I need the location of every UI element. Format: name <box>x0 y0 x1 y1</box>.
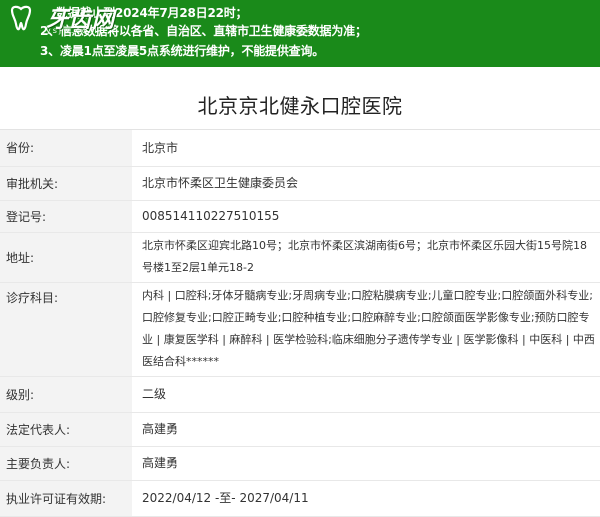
logo-domain-text: ysjw.com <box>46 26 99 35</box>
info-row-departments: 诊疗科目: 内科 | 口腔科;牙体牙髓病专业;牙周病专业;口腔粘膜病专业;儿童口… <box>0 282 600 377</box>
hospital-info-table: 省份: 北京市 审批机关: 北京市怀柔区卫生健康委员会 登记号: 0085141… <box>0 130 600 517</box>
field-label: 登记号: <box>0 200 132 233</box>
info-row-level: 级别: 二级 <box>0 376 600 413</box>
tooth-icon <box>10 5 32 31</box>
field-value: 二级 <box>132 376 600 413</box>
info-row-principal: 主要负责人: 高建勇 <box>0 446 600 481</box>
field-value: 高建勇 <box>132 412 600 447</box>
field-label: 省份: <box>0 130 132 167</box>
field-label: 主要负责人: <box>0 446 132 481</box>
field-value: 内科 | 口腔科;牙体牙髓病专业;牙周病专业;口腔粘膜病专业;儿童口腔专业;口腔… <box>132 282 600 377</box>
field-label: 地址: <box>0 232 132 283</box>
site-logo[interactable]: 牙齿网 ysjw.com <box>2 2 136 36</box>
field-value: 北京市怀柔区卫生健康委员会 <box>132 166 600 201</box>
hospital-name: 北京京北健永口腔医院 <box>197 94 403 118</box>
notice-line-3: 3、凌晨1点至凌晨5点系统进行维护，不能提供查询。 <box>40 44 325 58</box>
field-value: 2022/04/12 -至- 2027/04/11 <box>132 480 600 517</box>
info-row-license-validity: 执业许可证有效期: 2022/04/12 -至- 2027/04/11 <box>0 480 600 517</box>
field-value: 北京市怀柔区迎宾北路10号；北京市怀柔区滨湖南街6号；北京市怀柔区乐园大街15号… <box>132 232 600 283</box>
info-row-province: 省份: 北京市 <box>0 130 600 167</box>
field-value: 008514110227510155 <box>132 200 600 233</box>
field-label: 法定代表人: <box>0 412 132 447</box>
field-label: 级别: <box>0 376 132 413</box>
field-value: 高建勇 <box>132 446 600 481</box>
info-row-legal-rep: 法定代表人: 高建勇 <box>0 412 600 447</box>
field-label: 诊疗科目: <box>0 282 132 377</box>
field-label: 执业许可证有效期: <box>0 480 132 517</box>
field-label: 审批机关: <box>0 166 132 201</box>
info-row-authority: 审批机关: 北京市怀柔区卫生健康委员会 <box>0 166 600 201</box>
field-value: 北京市 <box>132 130 600 167</box>
info-row-registration: 登记号: 008514110227510155 <box>0 200 600 233</box>
info-row-address: 地址: 北京市怀柔区迎宾北路10号；北京市怀柔区滨湖南街6号；北京市怀柔区乐园大… <box>0 232 600 283</box>
